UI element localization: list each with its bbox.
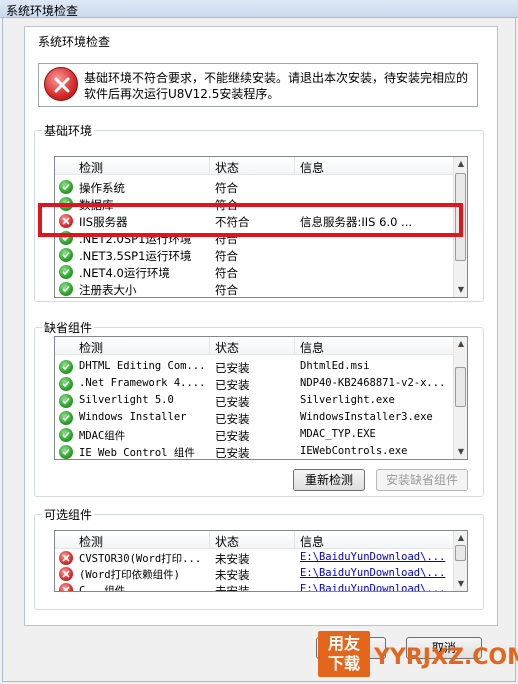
check-icon <box>59 360 73 374</box>
cell-check: .NET3.5SP1运行环境 <box>79 249 192 263</box>
cell-status: 未安装 <box>215 552 250 566</box>
scroll-thumb[interactable] <box>455 367 466 407</box>
cell-status: 未安装 <box>215 568 250 582</box>
watermark-line2: 下载 <box>327 654 360 673</box>
cell-info: NDP40-KB2468871-v2-x... <box>300 377 446 389</box>
cell-check: Silverlight 5.0 <box>79 394 174 406</box>
scroll-up-icon[interactable]: ▲ <box>454 531 467 545</box>
check-icon <box>59 377 73 391</box>
scroll-thumb[interactable] <box>455 545 466 561</box>
cell-info[interactable]: E:\BaiduYunDownload\... <box>300 583 449 591</box>
watermark-site: YYRJXZ.COM <box>374 645 518 670</box>
scroll-down-icon[interactable]: ▼ <box>454 577 467 591</box>
recheck-button[interactable]: 重新检测 <box>293 469 365 491</box>
default-components-title: 缺省组件 <box>42 319 95 336</box>
cell-check: .Net Framework 4.... <box>79 377 206 389</box>
column-status-header[interactable]: 状态 <box>215 533 239 550</box>
column-info-header[interactable]: 信息 <box>300 159 324 176</box>
check-icon <box>59 394 73 408</box>
check-icon <box>59 411 73 425</box>
list-item[interactable]: 操作系统 符合 <box>55 179 453 195</box>
cell-check: 操作系统 <box>79 181 125 195</box>
column-check-header[interactable]: 检测 <box>79 533 103 550</box>
column-status-header[interactable]: 状态 <box>215 159 239 176</box>
list-item[interactable]: DHTML Editing Com... 已安装 DhtmlEd.msi <box>55 359 453 375</box>
cell-check: Windows Installer <box>79 411 187 423</box>
cell-check: CVSTOR30(Word打印... <box>79 553 202 565</box>
cell-check: (Word打印依赖组件) <box>79 569 180 581</box>
check-icon <box>59 282 73 296</box>
cell-check: DHTML Editing Com... <box>79 360 206 372</box>
check-icon <box>59 265 73 279</box>
check-icon <box>59 428 73 442</box>
vertical-scrollbar[interactable]: ▲ ▼ <box>453 337 467 459</box>
optional-components-title: 可选组件 <box>42 506 95 523</box>
cell-check: .NET4.0运行环境 <box>79 266 170 280</box>
cell-status: 已安装 <box>215 395 250 409</box>
warning-text: 基础环境不符合要求，不能继续安装。请退出本次安装，待安装完相应的软件后再次运行U… <box>84 71 469 101</box>
cell-check: 注册表大小 <box>79 283 137 297</box>
list-header: 检测 状态 信息 <box>55 337 453 355</box>
cell-status: 符合 <box>215 266 238 280</box>
list-item[interactable]: CVSTOR30(Word打印... 未安装 E:\BaiduYunDownload… <box>55 550 453 566</box>
optional-components-list[interactable]: 检测 状态 信息 CVSTOR30(Word打印... 未安装 E:\BaiduYunDo… <box>54 530 468 592</box>
list-item[interactable]: 注册表大小 符合 <box>55 281 453 297</box>
cell-status: 已安装 <box>215 429 250 443</box>
scroll-up-icon[interactable]: ▲ <box>454 157 467 171</box>
scroll-up-icon[interactable]: ▲ <box>454 337 467 351</box>
list-item[interactable]: .NET4.0运行环境 符合 <box>55 264 453 280</box>
install-missing-button[interactable]: 安装缺省组件 <box>376 469 468 491</box>
cell-status: 已安装 <box>215 378 250 392</box>
vertical-scrollbar[interactable]: ▲ ▼ <box>453 531 467 591</box>
cell-check: IE Web Control 组件 <box>79 447 195 459</box>
basic-env-title: 基础环境 <box>42 122 95 139</box>
cell-status: 已安装 <box>215 446 250 460</box>
list-header: 检测 状态 信息 <box>55 531 453 549</box>
cell-info: WindowsInstaller3.exe <box>300 411 433 423</box>
cell-check: C...组件 <box>79 585 126 592</box>
check-icon <box>59 248 73 262</box>
window-title: 系统环境检查 <box>6 4 79 18</box>
error-icon <box>59 567 73 581</box>
list-header: 检测 状态 信息 <box>55 157 453 175</box>
watermark-logo: 用友 下载 <box>318 631 370 677</box>
cell-status: 符合 <box>215 181 238 195</box>
list-item[interactable]: C...组件 未安装 E:\BaiduYunDownload\... <box>55 582 453 592</box>
cell-info: IEWebControls.exe <box>300 445 408 457</box>
highlight-annotation <box>38 203 463 237</box>
cell-status: 已安装 <box>215 361 250 375</box>
cell-info[interactable]: E:\BaiduYunDownload\... <box>300 567 449 579</box>
list-item[interactable]: .Net Framework 4.... 已安装 NDP40-KB2468871-v… <box>55 376 453 392</box>
error-icon <box>59 583 73 591</box>
column-info-header[interactable]: 信息 <box>300 533 324 550</box>
panel-title: 系统环境检查 <box>38 35 111 49</box>
list-item[interactable]: Windows Installer 已安装 WindowsInstaller3.ex… <box>55 410 453 426</box>
cell-status: 已安装 <box>215 412 250 426</box>
cell-status: 符合 <box>215 283 238 297</box>
cell-info: DhtmlEd.msi <box>300 360 370 372</box>
list-item[interactable]: .NET3.5SP1运行环境 符合 <box>55 247 453 263</box>
column-info-header[interactable]: 信息 <box>300 339 324 356</box>
column-check-header[interactable]: 检测 <box>79 339 103 356</box>
cell-info[interactable]: E:\BaiduYunDownload\... <box>300 551 449 563</box>
cell-status: 未安装 <box>215 584 250 592</box>
cell-check: MDAC组件 <box>79 430 126 442</box>
column-status-header[interactable]: 状态 <box>215 339 239 356</box>
watermark-line1: 用友 <box>327 634 360 653</box>
default-components-list[interactable]: 检测 状态 信息 DHTML Editing Com... 已安装 DhtmlEd.msi… <box>54 336 468 460</box>
list-item[interactable]: Silverlight 5.0 已安装 Silverlight.exe <box>55 393 453 409</box>
list-item[interactable]: (Word打印依赖组件) 未安装 E:\BaiduYunDownload\... <box>55 566 453 582</box>
cell-info: MDAC_TYP.EXE <box>300 428 376 440</box>
scroll-down-icon[interactable]: ▼ <box>454 445 467 459</box>
cell-status: 符合 <box>215 249 238 263</box>
scroll-down-icon[interactable]: ▼ <box>454 283 467 297</box>
error-icon <box>44 67 78 101</box>
column-check-header[interactable]: 检测 <box>79 159 103 176</box>
cell-info: Silverlight.exe <box>300 394 395 406</box>
list-item[interactable]: IE Web Control 组件 已安装 IEWebControls.exe <box>55 444 453 460</box>
check-icon <box>59 445 73 459</box>
error-icon <box>59 551 73 565</box>
list-item[interactable]: MDAC组件 已安装 MDAC_TYP.EXE <box>55 427 453 443</box>
check-icon <box>59 180 73 194</box>
